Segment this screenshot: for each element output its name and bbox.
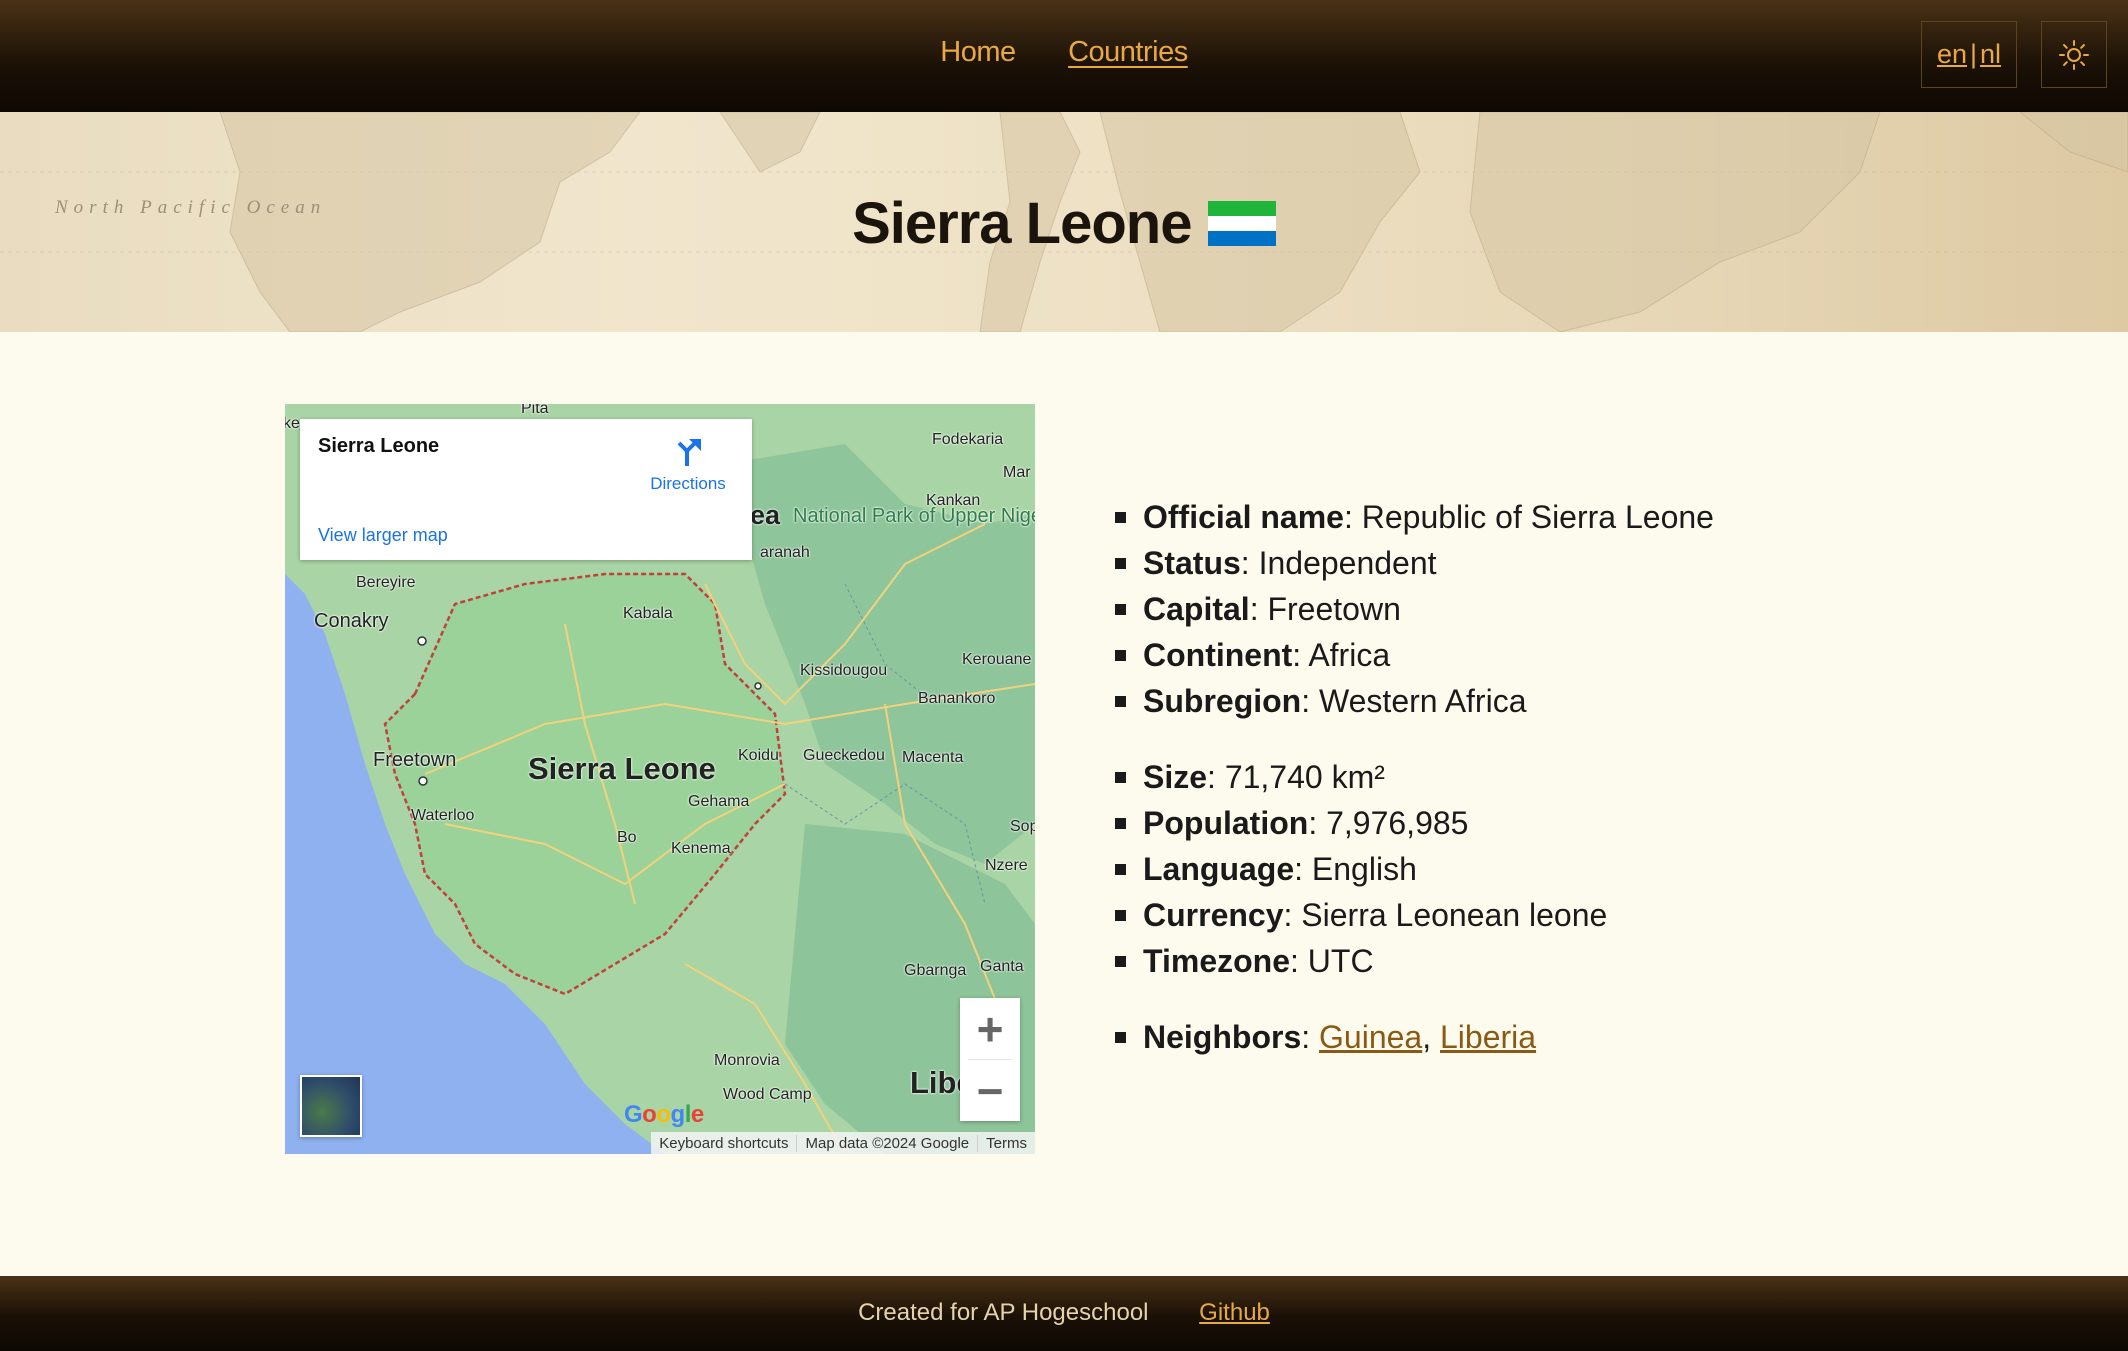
map-zoom-controls: + − — [960, 998, 1020, 1121]
map-label-guinea-partial: ea — [750, 500, 781, 530]
info-group-neighbors: Neighbors: Guinea, Liberia — [1115, 1014, 1714, 1060]
zoom-in-button[interactable]: + — [960, 998, 1020, 1059]
sun-icon — [2059, 39, 2089, 70]
info-timezone: Timezone: UTC — [1115, 938, 1714, 984]
info-group-general: Official name: Republic of Sierra Leone … — [1115, 494, 1714, 724]
view-larger-map-link[interactable]: View larger map — [318, 525, 448, 546]
info-continent: Continent: Africa — [1115, 632, 1714, 678]
theme-toggle-button[interactable] — [2041, 21, 2107, 88]
info-neighbors: Neighbors: Guinea, Liberia — [1115, 1014, 1714, 1060]
footer-credit-text: Created for AP Hogeschool — [858, 1299, 1149, 1326]
lang-nl-link[interactable]: nl — [1980, 39, 2001, 70]
map-label-monrovia: Monrovia — [714, 1052, 780, 1069]
map-label-sierra-leone: Sierra Leone — [528, 751, 716, 786]
info-capital: Capital: Freetown — [1115, 586, 1714, 632]
map-label-nzere: Nzere — [985, 857, 1028, 874]
map-label-gehama: Gehama — [688, 793, 750, 810]
directions-label: Directions — [650, 474, 726, 493]
map-data-text: Map data ©2024 Google — [796, 1134, 977, 1152]
info-subregion: Subregion: Western Africa — [1115, 678, 1714, 724]
map-label-sop: Sop — [1010, 818, 1035, 835]
page-title: Sierra Leone — [0, 190, 2128, 257]
flag-stripe-white — [1207, 216, 1276, 231]
map-label-kerouane: Kerouane — [962, 651, 1032, 668]
neighbor-link-guinea[interactable]: Guinea — [1319, 1019, 1422, 1056]
directions-button[interactable]: Directions — [643, 435, 733, 494]
nav-link-countries[interactable]: Countries — [1068, 36, 1188, 69]
lang-en-link[interactable]: en — [1937, 39, 1967, 70]
map-label-wood-camp: Wood Camp — [723, 1086, 812, 1103]
country-info: Official name: Republic of Sierra Leone … — [1115, 494, 1714, 1090]
map-info-card: Sierra Leone Directions View larger map — [300, 419, 752, 560]
map-label-freetown: Freetown — [373, 749, 457, 771]
map-label-mar: Mar — [1003, 464, 1031, 481]
top-navbar: Home Countries en | nl — [0, 0, 2128, 112]
info-status: Status: Independent — [1115, 540, 1714, 586]
map-label-banankoro: Banankoro — [918, 690, 996, 707]
map-label-koidu: Koidu — [738, 747, 779, 764]
info-official-name: Official name: Republic of Sierra Leone — [1115, 494, 1714, 540]
map-label-kenema: Kenema — [671, 840, 731, 857]
terms-link[interactable]: Terms — [977, 1134, 1035, 1152]
nav-links: Home Countries — [0, 36, 2128, 69]
map-label-bereyire: Bereyire — [356, 574, 416, 591]
hero-banner: North Pacific Ocean Sierra Leone — [0, 112, 2128, 332]
map-label-kabala: Kabala — [623, 605, 673, 622]
country-name-heading: Sierra Leone — [852, 191, 1192, 256]
zoom-out-button[interactable]: − — [960, 1060, 1020, 1121]
info-population: Population: 7,976,985 — [1115, 800, 1714, 846]
map-label-national-park: National Park of Upper Niger — [793, 506, 1035, 527]
map-label-ganta: Ganta — [980, 958, 1024, 975]
map-card-title: Sierra Leone — [318, 435, 440, 457]
satellite-toggle-button[interactable] — [300, 1075, 362, 1137]
country-flag — [1207, 201, 1276, 246]
nav-link-home[interactable]: Home — [940, 36, 1016, 69]
map-label-macenta: Macenta — [902, 749, 964, 766]
info-currency: Currency: Sierra Leonean leone — [1115, 892, 1714, 938]
info-size: Size: 71,740 km² — [1115, 754, 1714, 800]
google-logo: Google — [624, 1101, 704, 1128]
keyboard-shortcuts-link[interactable]: Keyboard shortcuts — [651, 1135, 796, 1152]
info-group-stats: Size: 71,740 km² Population: 7,976,985 L… — [1115, 754, 1714, 984]
language-switcher: en | nl — [1921, 21, 2017, 88]
directions-icon — [677, 439, 701, 466]
flag-stripe-blue — [1207, 231, 1276, 246]
embedded-map[interactable]: Pita ke Fodekaria Mar Kankan ea aranah N… — [285, 404, 1035, 1154]
map-label-faranah: aranah — [760, 544, 810, 561]
flag-stripe-green — [1207, 201, 1276, 216]
map-label-conakry: Conakry — [314, 610, 389, 632]
map-attribution: Keyboard shortcuts Map data ©2024 Google… — [651, 1132, 1035, 1154]
footer: Created for AP Hogeschool Github — [0, 1276, 2128, 1351]
map-label-pita: Pita — [521, 404, 549, 417]
github-link[interactable]: Github — [1199, 1299, 1270, 1326]
map-label-kissidougou: Kissidougou — [800, 662, 888, 679]
info-language: Language: English — [1115, 846, 1714, 892]
map-label-bo: Bo — [617, 829, 637, 846]
lang-separator: | — [1970, 39, 1978, 69]
map-label-gueckedou: Gueckedou — [803, 747, 885, 764]
map-label-waterloo: Waterloo — [411, 807, 475, 824]
map-label-gbarnga: Gbarnga — [904, 962, 967, 979]
neighbor-link-liberia[interactable]: Liberia — [1440, 1019, 1536, 1056]
map-label-ke: ke — [285, 415, 300, 432]
map-label-fodekaria: Fodekaria — [932, 431, 1004, 448]
footer-content: Created for AP Hogeschool Github — [0, 1299, 2128, 1327]
